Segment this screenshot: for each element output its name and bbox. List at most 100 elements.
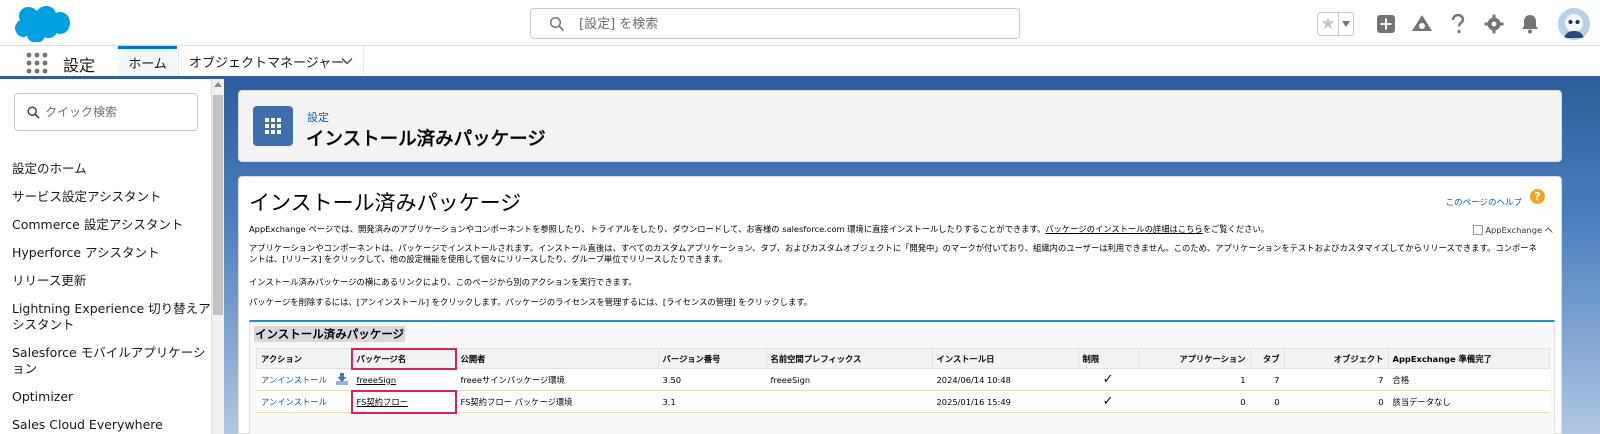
row-version-cell: 3.1 [657, 390, 767, 413]
col-install-date: インストール日 [931, 348, 1079, 369]
row-ready-cell: 該当データなし [1387, 390, 1550, 413]
package-name-link[interactable]: FS契約フロー [357, 397, 408, 407]
bell-icon [1522, 15, 1538, 34]
col-version: バージョン番号 [657, 348, 767, 369]
sidebar-item-optimizer[interactable]: Optimizer [12, 389, 212, 405]
row-objects-cell: 0 [1283, 390, 1389, 413]
chevron-down-icon[interactable] [341, 55, 353, 67]
row-ready-cell: 合格 [1387, 368, 1550, 391]
sidebar-item-hyperforce[interactable]: Hyperforce アシスタント [12, 245, 212, 261]
row-publisher-cell: freeeサインパッケージ環境 [455, 368, 659, 391]
uninstall-link[interactable]: アンインストール [261, 397, 327, 407]
intro-paragraph-1: AppExchange ページでは、開発済みのアプリケーションやコンポーネントを… [249, 224, 1549, 235]
table-row: アンインストール freeeSign freeeサインパッケージ環境 3.50 … [256, 368, 1550, 391]
row-install-date-cell: 2024/06/14 10:48 [931, 368, 1079, 391]
notifications-button[interactable] [1519, 13, 1541, 35]
col-tabs: タブ [1249, 348, 1285, 369]
row-limit-checkmark: ✓ [1077, 390, 1139, 413]
app-nav-bar: 設定 ホーム オブジェクトマネージャー [0, 46, 1600, 79]
appexchange-image-link[interactable]: AppExchange へ [1473, 224, 1553, 236]
salesforce-logo[interactable] [14, 6, 70, 42]
caret-down-icon [1342, 21, 1350, 27]
tab-object-manager[interactable]: オブジェクトマネージャー [178, 46, 364, 76]
installed-packages-table: アクション パッケージ名 公開者 バージョン番号 名前空間プレフィックス インス… [256, 347, 1551, 414]
global-actions-button[interactable] [1375, 13, 1397, 35]
help-button[interactable] [1447, 13, 1469, 35]
sidebar-item-commerce-setup[interactable]: Commerce 設定アシスタント [12, 217, 212, 233]
scrollbar-thumb[interactable] [213, 95, 223, 315]
page-title: インストール済みパッケージ [306, 129, 546, 150]
install-details-link[interactable]: パッケージのインストールの詳細はこちら [1045, 224, 1202, 234]
sidebar-item-sales-cloud-everywhere[interactable]: Sales Cloud Everywhere [12, 417, 212, 433]
app-launcher-icon[interactable] [26, 52, 48, 74]
row-version-cell: 3.50 [657, 368, 767, 391]
row-limit-checkmark: ✓ [1077, 368, 1139, 391]
quick-find-box[interactable] [14, 93, 198, 131]
sidebar-menu: 設定のホーム サービス設定アシスタント Commerce 設定アシスタント Hy… [12, 161, 212, 434]
col-limit: 制限 [1077, 348, 1139, 369]
col-action: アクション [256, 348, 353, 369]
breadcrumb[interactable]: 設定 [307, 109, 329, 125]
download-icon [335, 373, 348, 385]
sidebar-item-setup-home[interactable]: 設定のホーム [12, 161, 212, 177]
favorites-star-icon[interactable]: ★ [1318, 13, 1338, 35]
avatar-icon [1558, 8, 1590, 40]
scroll-up-arrow-icon[interactable] [214, 82, 222, 87]
row-install-date-cell: 2025/01/16 15:49 [931, 390, 1079, 413]
plus-box-icon [1377, 15, 1395, 33]
gear-icon [1484, 14, 1504, 34]
content-card: インストール済みパッケージ このページのヘルプ ? AppExchange ペー… [238, 176, 1562, 434]
search-icon [549, 16, 565, 32]
header-actions: ★ [1317, 8, 1590, 40]
row-objects-cell: 7 [1283, 368, 1389, 391]
help-question-icon[interactable]: ? [1530, 189, 1545, 204]
intro-paragraph-3: インストール済みパッケージの横にあるリンクにより、このページから別のアクションを… [249, 277, 637, 287]
setup-page-icon [253, 106, 293, 146]
sidebar-item-lightning-transition[interactable]: Lightning Experience 切り替えアシスタント [12, 301, 212, 333]
app-name: 設定 [63, 56, 96, 75]
content-title: インストール済みパッケージ [249, 192, 522, 215]
quick-find-input[interactable] [45, 102, 193, 122]
sidebar-item-release-updates[interactable]: リリース更新 [12, 273, 212, 289]
uninstall-link[interactable]: アンインストール [261, 375, 327, 385]
user-avatar[interactable] [1558, 8, 1590, 40]
search-icon [27, 106, 40, 119]
sidebar-item-mobile-app[interactable]: Salesforce モバイルアプリケーション [12, 345, 212, 377]
col-publisher: 公開者 [455, 348, 659, 369]
intro-paragraph-4: パッケージを削除するには、[アンインストール] をクリックします。パッケージのラ… [249, 297, 813, 307]
row-publisher-cell: FS契約フロー パッケージ環境 [455, 390, 659, 413]
global-search-input[interactable] [579, 13, 999, 35]
row-namespace-cell [765, 390, 933, 413]
question-icon [1451, 14, 1465, 34]
row-apps-cell: 0 [1137, 390, 1251, 413]
sidebar-scrollbar[interactable] [212, 79, 224, 434]
help-for-page-link[interactable]: このページのヘルプ [1446, 196, 1522, 208]
grid-icon [265, 118, 281, 134]
tab-home[interactable]: ホーム [118, 46, 177, 76]
row-action-cell: アンインストール [256, 390, 353, 413]
favorites-dropdown-button[interactable] [1338, 13, 1353, 35]
row-tabs-cell: 7 [1249, 368, 1285, 391]
page-header: 設定 インストール済みパッケージ [238, 90, 1562, 162]
row-apps-cell: 1 [1137, 368, 1251, 391]
trailhead-button[interactable] [1411, 13, 1433, 35]
tab-object-manager-label: オブジェクトマネージャー [189, 55, 345, 71]
col-namespace: 名前空間プレフィックス [765, 348, 933, 369]
table-header-row: アクション パッケージ名 公開者 バージョン番号 名前空間プレフィックス インス… [256, 347, 1551, 370]
global-header: ★ [0, 0, 1600, 46]
sidebar-item-service-setup[interactable]: サービス設定アシスタント [12, 189, 212, 205]
intro-paragraph-2: アプリケーションやコンポーネントは、パッケージでインストールされます。インストー… [249, 243, 1537, 264]
row-namespace-cell: freeeSign [765, 368, 933, 391]
col-appexchange-ready: AppExchange 準備完了 [1387, 348, 1551, 369]
trailhead-icon [1412, 15, 1432, 31]
row-tabs-cell: 0 [1249, 390, 1285, 413]
package-name-link[interactable]: freeeSign [357, 375, 397, 385]
intro-text-1-tail: をご覧ください。 [1202, 224, 1270, 234]
row-package-name-cell: FS契約フロー [351, 389, 458, 414]
favorites-group: ★ [1317, 12, 1354, 36]
global-search[interactable] [530, 8, 1020, 39]
col-objects: オブジェクト [1283, 348, 1389, 369]
installed-packages-section: インストール済みパッケージ アクション パッケージ名 公開者 バージョン番号 名… [249, 320, 1555, 434]
row-action-cell: アンインストール [256, 368, 353, 391]
setup-button[interactable] [1483, 13, 1505, 35]
